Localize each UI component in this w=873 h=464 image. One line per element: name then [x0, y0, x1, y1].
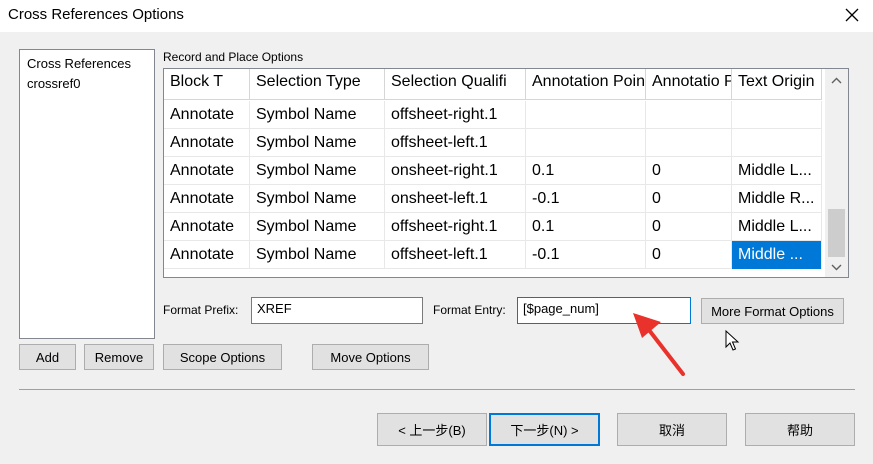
- separator: [19, 389, 855, 390]
- column-header[interactable]: Selection Qualifi: [385, 69, 526, 100]
- table-cell[interactable]: 0.1: [526, 157, 646, 185]
- column-header[interactable]: Selection Type: [250, 69, 385, 100]
- table-cell[interactable]: Annotate: [164, 241, 250, 269]
- table-cell[interactable]: -0.1: [526, 241, 646, 269]
- column-header[interactable]: Text Origin: [732, 69, 822, 100]
- table-row[interactable]: Annotate Symbol Name offsheet-left.1 -0.…: [164, 241, 822, 269]
- cross-reference-list[interactable]: Cross References crossref0: [19, 49, 155, 339]
- record-grid: Block T Selection Type Selection Qualifi…: [163, 68, 849, 278]
- table-cell[interactable]: Symbol Name: [250, 241, 385, 269]
- table-cell[interactable]: offsheet-right.1: [385, 101, 526, 129]
- format-prefix-input[interactable]: XREF: [251, 297, 423, 324]
- table-cell[interactable]: [526, 101, 646, 129]
- column-header[interactable]: Annotatio Point Y: [646, 69, 732, 100]
- back-button-label: < 上一步(B): [398, 423, 466, 438]
- table-cell[interactable]: -0.1: [526, 185, 646, 213]
- title-bar: Cross References Options: [0, 0, 873, 32]
- table-cell[interactable]: [526, 129, 646, 157]
- table-cell[interactable]: Annotate: [164, 101, 250, 129]
- table-cell[interactable]: 0: [646, 241, 732, 269]
- list-item[interactable]: crossref0: [20, 71, 154, 91]
- remove-button-label: Remove: [94, 349, 144, 365]
- mouse-cursor-icon: [725, 329, 740, 351]
- back-button[interactable]: < 上一步(B): [377, 413, 487, 446]
- table-cell[interactable]: Middle L...: [732, 213, 822, 241]
- next-button-label: 下一步(N) >: [510, 423, 579, 438]
- table-cell[interactable]: Symbol Name: [250, 101, 385, 129]
- next-button[interactable]: 下一步(N) >: [489, 413, 600, 446]
- table-cell[interactable]: [646, 129, 732, 157]
- table-cell[interactable]: [646, 101, 732, 129]
- scrollbar-thumb[interactable]: [828, 209, 845, 257]
- table-cell[interactable]: Annotate: [164, 185, 250, 213]
- format-entry-label: Format Entry:: [433, 303, 506, 317]
- vertical-scrollbar[interactable]: [825, 69, 848, 277]
- cancel-button[interactable]: 取消: [617, 413, 727, 446]
- move-options-label: Move Options: [330, 349, 411, 365]
- format-prefix-label: Format Prefix:: [163, 303, 239, 317]
- window-title: Cross References Options: [8, 6, 184, 23]
- scope-options-label: Scope Options: [179, 349, 266, 365]
- table-row[interactable]: Annotate Symbol Name onsheet-left.1 -0.1…: [164, 185, 822, 213]
- table-row[interactable]: Annotate Symbol Name offsheet-right.1: [164, 101, 822, 129]
- add-button[interactable]: Add: [19, 344, 76, 370]
- table-cell[interactable]: 0: [646, 213, 732, 241]
- table-row[interactable]: Annotate Symbol Name offsheet-left.1: [164, 129, 822, 157]
- selected-table-cell[interactable]: Middle ...: [732, 241, 822, 269]
- group-label: Record and Place Options: [163, 50, 304, 64]
- table-cell[interactable]: [732, 101, 822, 129]
- table-cell[interactable]: 0: [646, 185, 732, 213]
- table-cell[interactable]: Annotate: [164, 213, 250, 241]
- table-cell[interactable]: offsheet-left.1: [385, 241, 526, 269]
- list-item[interactable]: Cross References: [20, 50, 154, 71]
- table-cell[interactable]: Middle R...: [732, 185, 822, 213]
- table-row[interactable]: Annotate Symbol Name onsheet-right.1 0.1…: [164, 157, 822, 185]
- grid-header: Block T Selection Type Selection Qualifi…: [164, 69, 822, 100]
- red-arrow-annotation: [633, 313, 685, 376]
- table-cell[interactable]: Symbol Name: [250, 213, 385, 241]
- more-format-options-label: More Format Options: [711, 303, 834, 319]
- scope-options-button[interactable]: Scope Options: [163, 344, 282, 370]
- table-cell[interactable]: Annotate: [164, 157, 250, 185]
- table-cell[interactable]: [732, 129, 822, 157]
- column-header[interactable]: Annotation Point X: [526, 69, 646, 100]
- help-button-label: 帮助: [786, 423, 813, 438]
- table-cell[interactable]: Annotate: [164, 129, 250, 157]
- table-cell[interactable]: offsheet-left.1: [385, 129, 526, 157]
- help-button[interactable]: 帮助: [745, 413, 855, 446]
- remove-button[interactable]: Remove: [84, 344, 154, 370]
- chevron-down-icon[interactable]: [825, 259, 848, 275]
- table-cell[interactable]: 0.1: [526, 213, 646, 241]
- table-cell[interactable]: Middle L...: [732, 157, 822, 185]
- table-cell[interactable]: offsheet-right.1: [385, 213, 526, 241]
- chevron-up-icon[interactable]: [825, 73, 848, 89]
- more-format-options-button[interactable]: More Format Options: [701, 298, 844, 324]
- table-cell[interactable]: onsheet-right.1: [385, 157, 526, 185]
- table-cell[interactable]: onsheet-left.1: [385, 185, 526, 213]
- close-icon[interactable]: [842, 4, 862, 26]
- cancel-button-label: 取消: [658, 423, 685, 438]
- table-cell[interactable]: Symbol Name: [250, 129, 385, 157]
- table-cell[interactable]: Symbol Name: [250, 157, 385, 185]
- table-row[interactable]: Annotate Symbol Name offsheet-right.1 0.…: [164, 213, 822, 241]
- column-header[interactable]: Block T: [164, 69, 250, 100]
- move-options-button[interactable]: Move Options: [312, 344, 429, 370]
- table-cell[interactable]: Symbol Name: [250, 185, 385, 213]
- table-cell[interactable]: 0: [646, 157, 732, 185]
- add-button-label: Add: [35, 349, 60, 365]
